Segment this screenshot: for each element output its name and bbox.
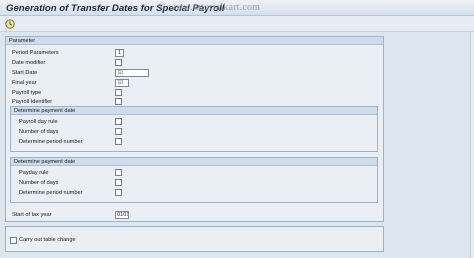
start-date-field[interactable]: ☑ xyxy=(115,69,149,77)
parameter-group-header: Parameter xyxy=(6,37,383,45)
number-of-days-field[interactable] xyxy=(115,128,122,135)
vertical-scrollbar[interactable] xyxy=(470,32,474,258)
date-modifier-field[interactable] xyxy=(115,59,122,66)
final-year-field[interactable]: ☑ xyxy=(115,79,129,87)
payroll-day-rule-label: Payroll day rule xyxy=(19,119,58,125)
number-of-days-label: Number of days xyxy=(19,129,59,135)
selection-screen: Parameter Period Parameters 1 Date modif… xyxy=(0,32,474,258)
payday-rule-label: Payday rule xyxy=(19,170,49,176)
carry-out-table-change-checkbox[interactable] xyxy=(10,237,17,244)
payroll-identifier-field[interactable] xyxy=(115,98,122,105)
options-group: Carry out table change xyxy=(5,226,384,252)
carry-out-table-change-label: Carry out table change xyxy=(19,237,76,243)
payroll-day-rule-field[interactable] xyxy=(115,118,122,125)
determine-period-number-label-2: Determine period number xyxy=(19,190,83,196)
start-of-tax-year-field[interactable]: 0101 xyxy=(115,211,129,219)
number-of-days-field-2[interactable] xyxy=(115,179,122,186)
group1-header: Determine payment date xyxy=(11,107,377,115)
watermark: © www.tutorialkart.com xyxy=(158,2,261,13)
number-of-days-label-2: Number of days xyxy=(19,180,59,186)
determine-period-number-field[interactable] xyxy=(115,138,122,145)
date-modifier-label: Date modifier xyxy=(12,60,46,66)
application-toolbar xyxy=(0,16,474,32)
start-of-tax-year-label: Start of tax year xyxy=(12,212,52,218)
title-bar: Generation of Transfer Dates for Special… xyxy=(0,0,474,16)
payroll-type-field[interactable] xyxy=(115,89,122,96)
payday-rule-field[interactable] xyxy=(115,169,122,176)
period-parameters-field[interactable]: 1 xyxy=(115,49,124,57)
payroll-type-label: Payroll type xyxy=(12,90,42,96)
period-parameters-label: Period Parameters xyxy=(12,50,59,56)
determine-period-number-field-2[interactable] xyxy=(115,189,122,196)
payroll-identifier-label: Payroll Identifier xyxy=(12,99,53,105)
parameter-group: Parameter Period Parameters 1 Date modif… xyxy=(5,36,384,222)
final-year-label: Final year xyxy=(12,80,37,86)
determine-payment-date-group-2: Determine payment date Payday rule Numbe… xyxy=(10,157,378,203)
group2-header: Determine payment date xyxy=(11,158,377,166)
execute-clock-icon xyxy=(5,19,15,29)
start-date-label: Start Date xyxy=(12,70,38,76)
determine-payment-date-group-1: Determine payment date Payroll day rule … xyxy=(10,106,378,152)
determine-period-number-label: Determine period number xyxy=(19,139,83,145)
execute-button[interactable] xyxy=(4,18,16,30)
